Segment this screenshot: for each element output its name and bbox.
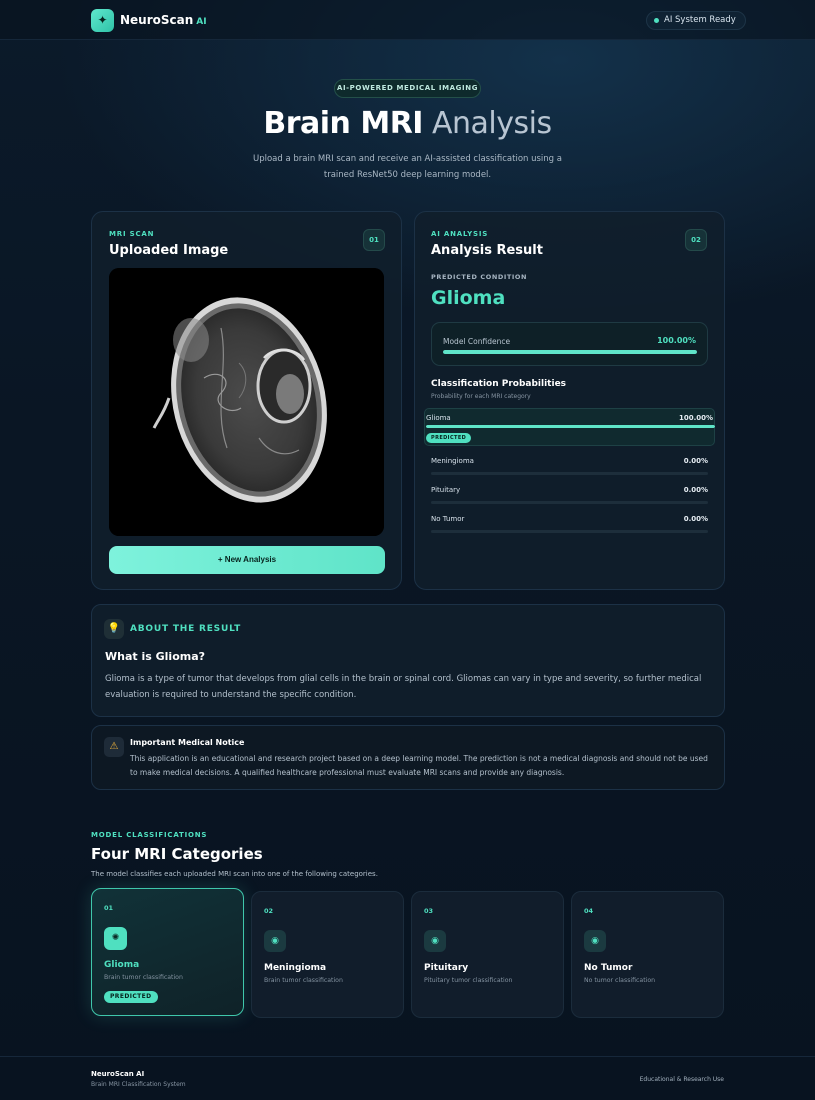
predicted-condition-label: PREDICTED CONDITION <box>431 273 528 281</box>
page-title: Brain MRI Analysis <box>0 106 815 141</box>
target-icon: ✺ <box>104 927 127 950</box>
confidence-box: Model Confidence 100.00% <box>431 322 708 366</box>
prob-row-no-tumor: No Tumor 0.00% <box>431 515 708 537</box>
scan-number-badge: 01 <box>363 229 385 251</box>
prob-name: Pituitary <box>431 486 461 494</box>
category-number: 03 <box>424 907 434 915</box>
notice-text: This application is an educational and r… <box>130 754 708 777</box>
category-name: Glioma <box>104 960 140 970</box>
scan-eyebrow: MRI SCAN <box>109 230 155 238</box>
hero-badge: AI-POWERED MEDICAL IMAGING <box>334 79 481 98</box>
category-description: Brain tumor classification <box>264 977 343 984</box>
brand-suffix: AI <box>196 17 207 27</box>
prob-value: 0.00% <box>683 486 708 494</box>
confidence-value: 100.00% <box>657 336 696 345</box>
footer: NeuroScan AI Brain MRI Classification Sy… <box>0 1056 815 1100</box>
about-card: 💡 ABOUT THE RESULT What is Glioma? Gliom… <box>91 604 725 717</box>
categories-eyebrow: MODEL CLASSIFICATIONS <box>91 831 208 839</box>
about-question: What is Glioma? <box>105 650 206 663</box>
category-description: No tumor classification <box>584 977 656 984</box>
category-number: 02 <box>264 907 274 915</box>
category-number: 04 <box>584 907 594 915</box>
category-card-no-tumor[interactable]: 04 ◉ No Tumor No tumor classification <box>571 891 724 1018</box>
prob-value: 0.00% <box>683 515 708 523</box>
new-analysis-button[interactable]: + New Analysis <box>109 546 385 574</box>
status-dot-icon <box>654 18 659 23</box>
confidence-bar <box>443 350 697 354</box>
confidence-bar-fill <box>443 350 697 354</box>
title-light: Analysis <box>432 106 552 141</box>
scan-card: MRI SCAN Uploaded Image 01 + New Analysi… <box>91 211 402 590</box>
category-card-meningioma[interactable]: 02 ◉ Meningioma Brain tumor classificati… <box>251 891 404 1018</box>
confidence-label: Model Confidence <box>443 337 511 346</box>
prob-value: 0.00% <box>683 457 708 465</box>
categories-title: Four MRI Categories <box>91 845 263 863</box>
top-nav: ✦ NeuroScan AI AI System Ready <box>0 0 815 40</box>
category-description: Pituitary tumor classification <box>424 977 513 984</box>
brand-name[interactable]: NeuroScan AI <box>120 13 207 27</box>
category-name: Meningioma <box>264 963 327 973</box>
prob-row-glioma: Glioma 100.00% PREDICTED <box>424 408 715 446</box>
warning-icon: ⚠ <box>104 737 124 757</box>
predicted-condition: Glioma <box>431 287 506 309</box>
mri-image <box>109 268 384 536</box>
predicted-tag: PREDICTED <box>104 991 158 1003</box>
sparkle-icon[interactable]: ✦ <box>91 9 114 32</box>
category-card-pituitary[interactable]: 03 ◉ Pituitary Pituitary tumor classific… <box>411 891 564 1018</box>
category-card-glioma[interactable]: 01 ✺ Glioma Brain tumor classification P… <box>91 888 244 1016</box>
prob-name: No Tumor <box>431 515 465 523</box>
target-icon: ◉ <box>264 930 286 952</box>
result-card: AI ANALYSIS Analysis Result 02 PREDICTED… <box>414 211 725 590</box>
probabilities-subtitle: Probability for each MRI category <box>431 393 531 400</box>
category-name: Pituitary <box>424 963 469 973</box>
prob-bar <box>431 501 708 504</box>
prob-bar-fill <box>426 425 715 428</box>
scan-title: Uploaded Image <box>109 243 229 258</box>
notice-title: Important Medical Notice <box>130 738 245 747</box>
target-icon: ◉ <box>584 930 606 952</box>
category-name: No Tumor <box>584 963 633 973</box>
prob-row-pituitary: Pituitary 0.00% <box>431 486 708 508</box>
result-number-badge: 02 <box>685 229 707 251</box>
page-subtitle: Upload a brain MRI scan and receive an A… <box>252 154 562 180</box>
prob-name: Meningioma <box>431 457 474 465</box>
result-title: Analysis Result <box>431 243 543 258</box>
status-text: AI System Ready <box>664 15 736 25</box>
footer-note: Educational & Research Use <box>639 1076 724 1083</box>
prob-bar <box>431 472 708 475</box>
category-description: Brain tumor classification <box>104 974 183 981</box>
lightbulb-icon: 💡 <box>104 619 124 639</box>
prob-value: 100.00% <box>678 414 713 422</box>
system-status-badge: AI System Ready <box>646 11 746 30</box>
category-number: 01 <box>104 904 114 912</box>
categories-subtitle: The model classifies each uploaded MRI s… <box>91 870 378 878</box>
predicted-tag: PREDICTED <box>426 433 472 443</box>
prob-name: Glioma <box>426 414 451 422</box>
footer-subtitle: Brain MRI Classification System <box>91 1081 186 1088</box>
prob-bar <box>426 425 715 428</box>
title-bold: Brain MRI <box>263 106 423 141</box>
prob-row-meningioma: Meningioma 0.00% <box>431 457 708 479</box>
prob-bar <box>431 530 708 533</box>
result-eyebrow: AI ANALYSIS <box>431 230 489 238</box>
mri-scan-illustration <box>109 268 384 536</box>
medical-notice-card: ⚠ Important Medical Notice This applicat… <box>91 725 725 790</box>
probabilities-title: Classification Probabilities <box>431 379 567 389</box>
target-icon: ◉ <box>424 930 446 952</box>
about-text: Glioma is a type of tumor that develops … <box>105 674 702 700</box>
footer-brand: NeuroScan AI <box>91 1070 145 1078</box>
about-heading: ABOUT THE RESULT <box>130 624 242 634</box>
